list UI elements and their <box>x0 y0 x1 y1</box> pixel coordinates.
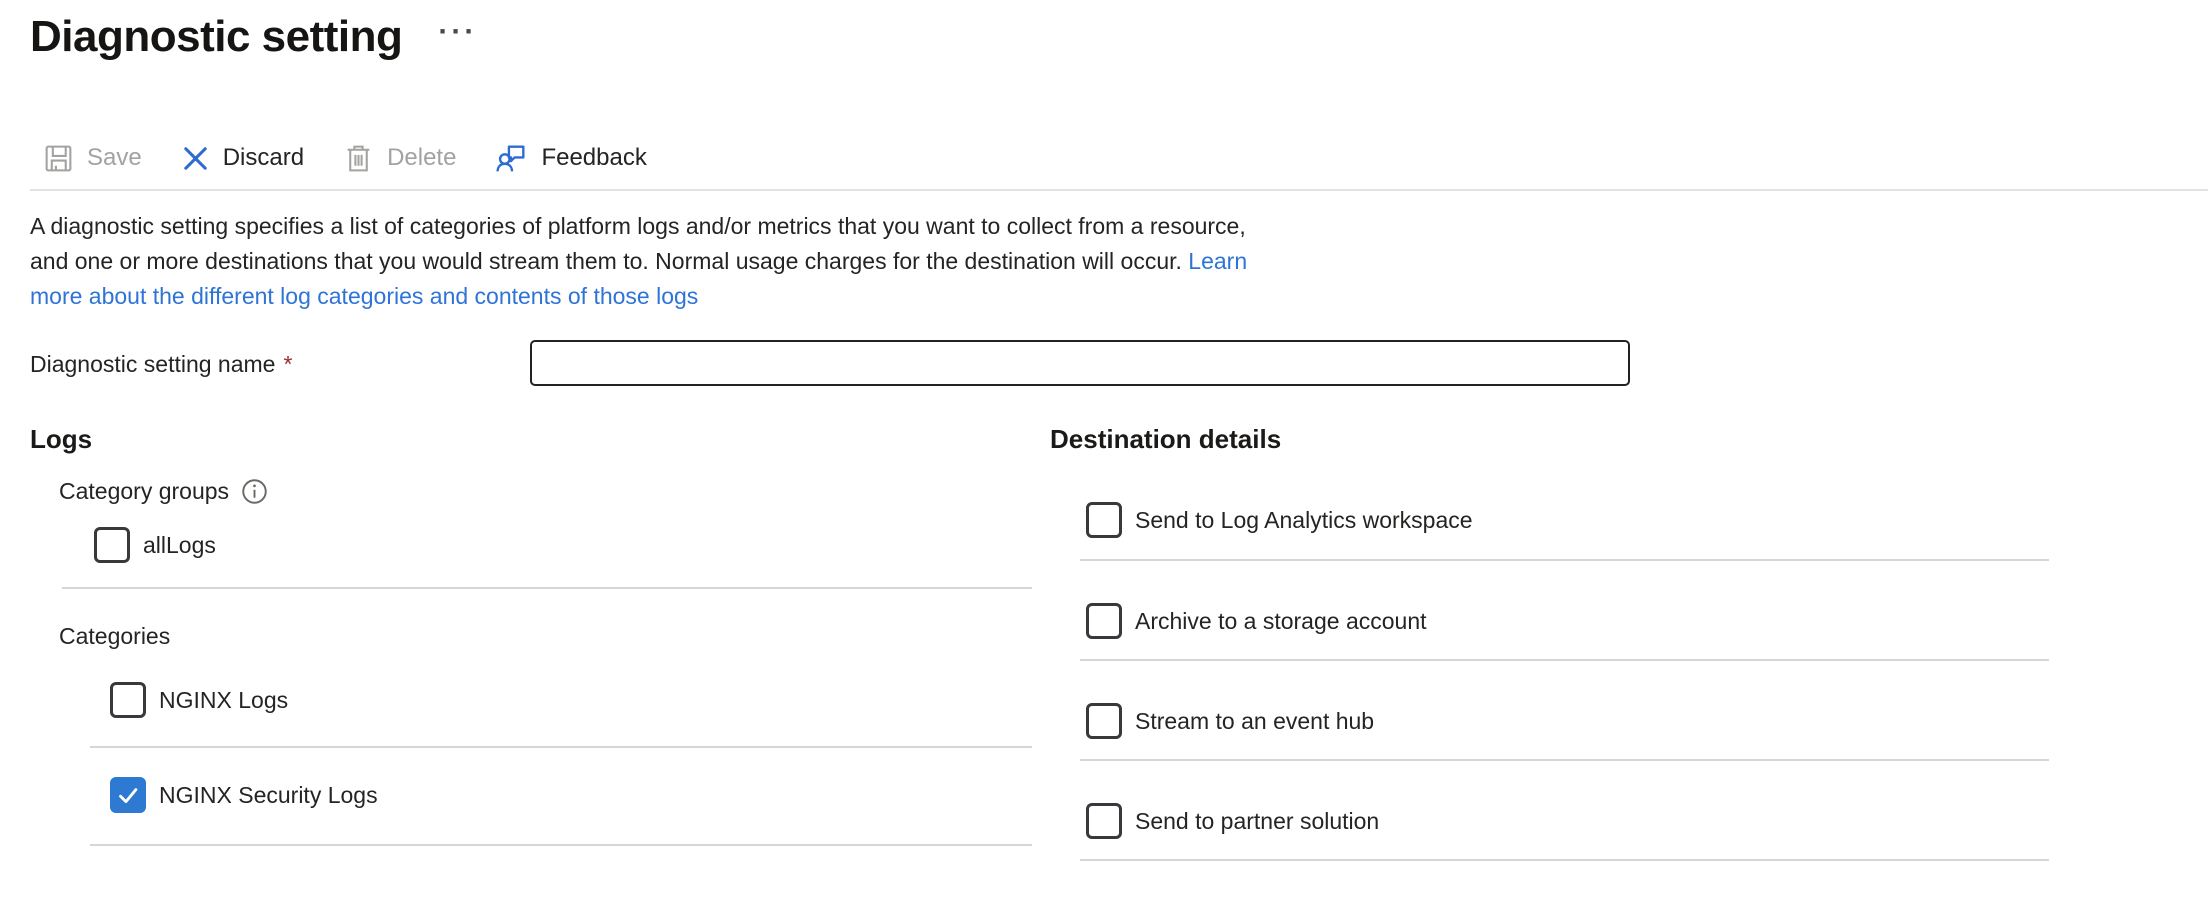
alllogs-checkbox[interactable] <box>94 527 130 563</box>
divider <box>1080 659 2049 661</box>
command-bar: Save Discard Delete <box>42 134 647 182</box>
required-asterisk: * <box>283 351 292 377</box>
trash-icon <box>342 142 375 175</box>
divider <box>90 746 1032 748</box>
archive-storage-label: Archive to a storage account <box>1135 608 1427 635</box>
divider <box>62 587 1032 589</box>
discard-label: Discard <box>223 144 304 172</box>
feedback-button[interactable]: Feedback <box>494 141 646 176</box>
feedback-icon <box>494 141 529 176</box>
more-options-button[interactable]: ··· <box>438 17 477 47</box>
page-description: A diagnostic setting specifies a list of… <box>30 209 1530 314</box>
stream-event-hub-checkbox[interactable] <box>1086 703 1122 739</box>
divider <box>1080 559 2049 561</box>
toolbar-divider <box>30 189 2208 191</box>
description-line2: and one or more destinations that you wo… <box>30 248 1182 274</box>
learn-more-link-line2[interactable]: more about the different log categories … <box>30 283 698 309</box>
save-icon <box>42 142 75 175</box>
description-line1: A diagnostic setting specifies a list of… <box>30 213 1246 239</box>
destination-details-section: Destination details Send to Log Analytic… <box>1050 424 2060 861</box>
nginx-security-logs-checkbox[interactable] <box>110 777 146 813</box>
send-to-log-analytics-label: Send to Log Analytics workspace <box>1135 507 1473 534</box>
diagnostic-setting-page: Diagnostic setting ··· Save Discard <box>0 0 2208 908</box>
learn-more-link[interactable]: Learn <box>1188 248 1247 274</box>
category-groups-label: Category groups <box>59 478 1035 505</box>
nginx-security-logs-label: NGINX Security Logs <box>159 782 378 809</box>
nginx-logs-row: NGINX Logs <box>110 682 1035 718</box>
divider <box>90 844 1032 846</box>
send-partner-solution-checkbox[interactable] <box>1086 803 1122 839</box>
discard-button[interactable]: Discard <box>180 143 304 174</box>
nginx-logs-checkbox[interactable] <box>110 682 146 718</box>
archive-storage-row: Archive to a storage account <box>1086 603 2060 639</box>
divider <box>1080 859 2049 861</box>
logs-section: Logs Category groups allLogs Categories <box>30 424 1035 846</box>
send-partner-solution-label: Send to partner solution <box>1135 808 1379 835</box>
nginx-security-logs-row: NGINX Security Logs <box>110 777 1035 813</box>
info-icon[interactable] <box>241 478 268 505</box>
delete-button[interactable]: Delete <box>342 142 456 175</box>
page-header: Diagnostic setting ··· <box>30 12 477 62</box>
send-to-log-analytics-checkbox[interactable] <box>1086 502 1122 538</box>
diagnostic-setting-name-label: Diagnostic setting name* <box>30 351 292 378</box>
divider <box>1080 759 2049 761</box>
categories-label: Categories <box>59 623 1035 650</box>
stream-event-hub-label: Stream to an event hub <box>1135 708 1374 735</box>
save-button[interactable]: Save <box>42 142 142 175</box>
send-partner-solution-row: Send to partner solution <box>1086 803 2060 839</box>
stream-event-hub-row: Stream to an event hub <box>1086 703 2060 739</box>
logs-heading: Logs <box>30 424 1035 454</box>
save-label: Save <box>87 144 142 172</box>
feedback-label: Feedback <box>541 144 646 172</box>
nginx-logs-label: NGINX Logs <box>159 687 288 714</box>
destination-details-heading: Destination details <box>1050 424 2060 454</box>
alllogs-row: allLogs <box>94 527 1035 563</box>
page-title: Diagnostic setting <box>30 12 402 62</box>
send-to-log-analytics-row: Send to Log Analytics workspace <box>1086 502 2060 538</box>
delete-label: Delete <box>387 144 456 172</box>
diagnostic-setting-name-input[interactable] <box>530 340 1630 386</box>
discard-x-icon <box>180 143 211 174</box>
archive-storage-checkbox[interactable] <box>1086 603 1122 639</box>
alllogs-label: allLogs <box>143 532 216 559</box>
